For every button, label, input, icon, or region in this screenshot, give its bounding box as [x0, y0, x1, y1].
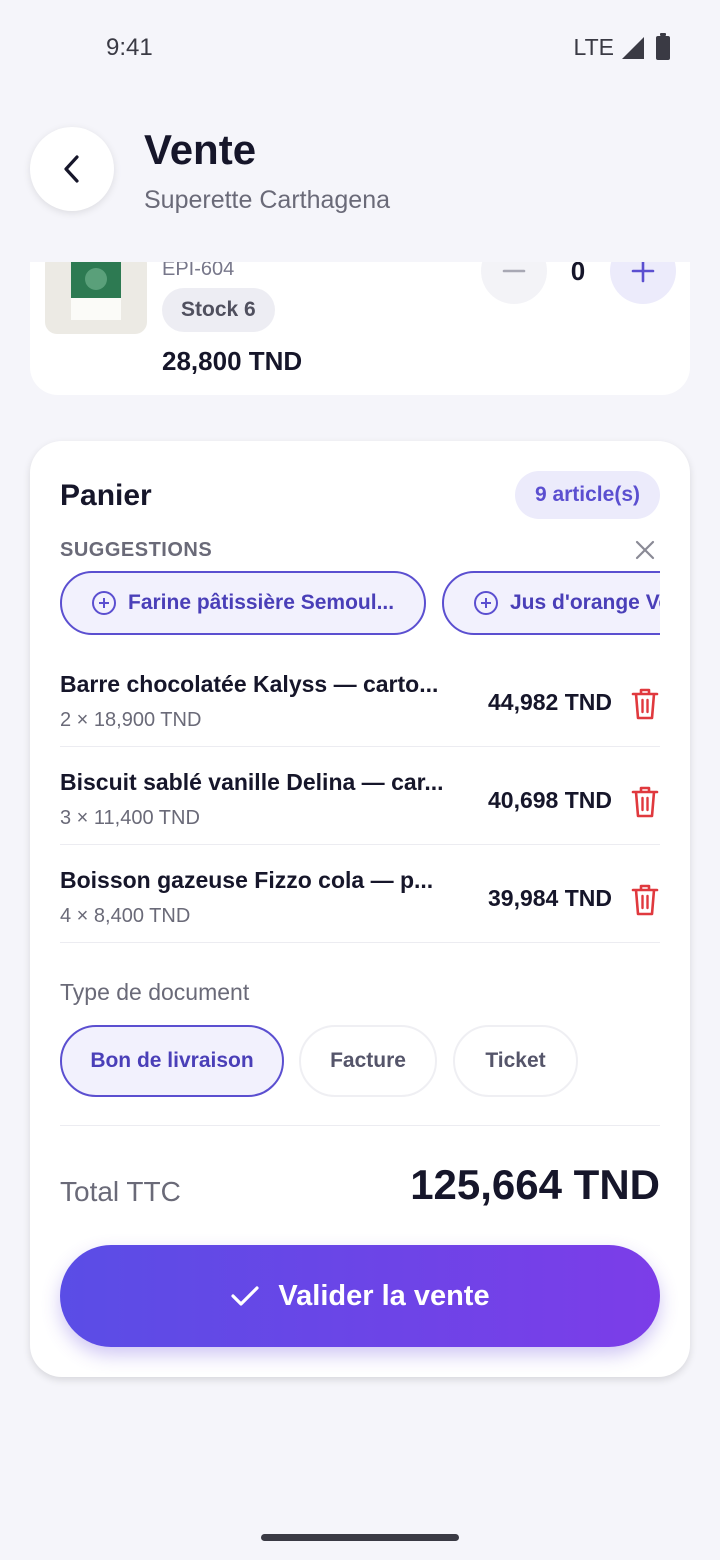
cart-line-item: Boisson gazeuse Fizzo cola — p... 4 × 8,… — [60, 845, 660, 943]
item-name: Boisson gazeuse Fizzo cola — p... — [60, 867, 434, 893]
product-price: 28,800 TND — [162, 346, 303, 376]
add-circle-icon — [474, 591, 498, 615]
suggestion-label: Jus d'orange Ve — [510, 591, 660, 614]
back-button[interactable] — [30, 127, 114, 211]
cart-title: Panier — [60, 479, 152, 512]
suggestion-chip[interactable]: Farine pâtissière Semoul... — [60, 571, 426, 635]
doc-type-bon-de-livraison[interactable]: Bon de livraison — [60, 1025, 284, 1097]
validate-sale-label: Valider la vente — [278, 1279, 490, 1312]
increase-quantity-button[interactable] — [610, 262, 676, 304]
signal-icon — [622, 36, 644, 59]
network-type: LTE — [573, 34, 614, 60]
item-name: Biscuit sablé vanille Delina — car... — [60, 769, 444, 795]
stock-badge: Stock 6 — [162, 288, 275, 332]
product-card[interactable]: EPI-604 Stock 6 28,800 TND 0 — [30, 262, 690, 395]
item-total: 40,698 TND — [487, 787, 612, 813]
product-ref: EPI-604 — [162, 262, 235, 280]
item-detail: 4 × 8,400 TND — [60, 905, 191, 927]
suggestions-strip[interactable]: Farine pâtissière Semoul... Jus d'orange… — [60, 571, 660, 637]
suggestion-label: Farine pâtissière Semoul... — [128, 591, 395, 614]
battery-icon — [656, 32, 670, 60]
page-title: Vente — [144, 126, 257, 173]
status-indicators: LTE — [573, 32, 670, 61]
status-time: 9:41 — [106, 34, 153, 61]
doc-type-ticket[interactable]: Ticket — [453, 1025, 578, 1097]
minus-icon — [502, 269, 526, 273]
cart-panel: Panier 9 article(s) SUGGESTIONS Farine p… — [30, 441, 690, 1377]
check-icon — [231, 1286, 260, 1306]
item-detail: 2 × 18,900 TND — [60, 709, 202, 731]
decrease-quantity-button[interactable] — [481, 262, 547, 304]
item-total: 39,984 TND — [487, 885, 612, 911]
suggestion-chip[interactable]: Jus d'orange Ve — [442, 571, 660, 635]
suggestions-heading: SUGGESTIONS — [60, 539, 213, 561]
home-indicator[interactable] — [261, 1534, 459, 1541]
total-value: 125,664 TND — [410, 1161, 660, 1208]
cart-line-item: Biscuit sablé vanille Delina — car... 3 … — [60, 747, 660, 845]
cart-count-badge: 9 article(s) — [514, 471, 660, 519]
trash-icon[interactable] — [630, 785, 660, 819]
status-bar: 9:41 LTE — [0, 0, 720, 96]
close-suggestions-icon[interactable] — [634, 539, 656, 561]
cart-line-item: Barre chocolatée Kalyss — carto... 2 × 1… — [60, 649, 660, 747]
product-image — [45, 262, 147, 334]
product-list[interactable]: EPI-604 Stock 6 28,800 TND 0 — [0, 262, 720, 402]
quantity-value: 0 — [570, 262, 586, 286]
item-name: Barre chocolatée Kalyss — carto... — [60, 671, 439, 697]
total-label: Total TTC — [60, 1176, 181, 1207]
validate-sale-button[interactable]: Valider la vente — [60, 1245, 660, 1347]
plus-icon — [631, 262, 655, 283]
add-circle-icon — [92, 591, 116, 615]
doc-type-facture[interactable]: Facture — [299, 1025, 437, 1097]
page-subtitle: Superette Carthagena — [144, 186, 391, 214]
item-total: 44,982 TND — [487, 689, 612, 715]
trash-icon[interactable] — [630, 883, 660, 917]
chevron-left-icon — [64, 155, 79, 183]
document-type-label: Type de document — [60, 979, 250, 1005]
item-detail: 3 × 11,400 TND — [60, 807, 200, 829]
divider — [60, 1125, 660, 1126]
trash-icon[interactable] — [630, 687, 660, 721]
